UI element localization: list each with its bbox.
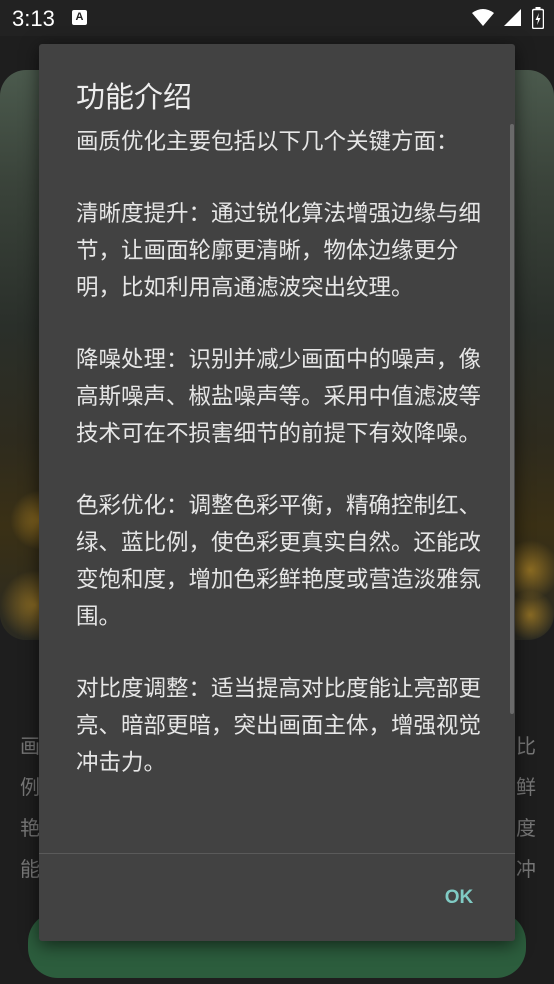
notification-icon: A (72, 10, 87, 25)
dialog-message[interactable]: 画质优化主要包括以下几个关键方面： 清晰度提升：通过锐化算法增强边缘与细节，让画… (76, 124, 486, 814)
dialog-title: 功能介绍 (76, 80, 193, 114)
dialog-paragraph: 色彩优化：调整色彩平衡，精确控制红、绿、蓝比例，使色彩更真实自然。还能改变饱和度… (76, 493, 482, 630)
dialog-divider (39, 853, 515, 854)
status-time: 3:13 (12, 6, 55, 31)
dialog-scrollbar[interactable] (510, 124, 514, 714)
background-text-left: 画 例 艳 能 (20, 734, 40, 881)
battery-icon (532, 7, 544, 29)
status-bar: 3:13 A (0, 0, 554, 36)
ok-button[interactable]: OK (419, 878, 499, 918)
status-icons (472, 6, 544, 30)
signal-icon (504, 9, 521, 26)
dialog-paragraph: 对比度调整：适当提高对比度能让亮部更亮、暗部更暗，突出画面主体，增强视觉冲击力。 (76, 676, 482, 776)
feature-intro-dialog: 功能介绍 画质优化主要包括以下几个关键方面： 清晰度提升：通过锐化算法增强边缘与… (39, 44, 515, 941)
wifi-icon (472, 9, 494, 26)
dialog-paragraph: 清晰度提升：通过锐化算法增强边缘与细节，让画面轮廓更清晰，物体边缘更分明，比如利… (76, 201, 482, 301)
background-text-right: 比 鲜 度 冲 (516, 734, 536, 881)
dialog-paragraph: 降噪处理：识别并减少画面中的噪声，像高斯噪声、椒盐噪声等。采用中值滤波等技术可在… (76, 347, 482, 447)
dialog-paragraph: 画质优化主要包括以下几个关键方面： (76, 129, 459, 155)
